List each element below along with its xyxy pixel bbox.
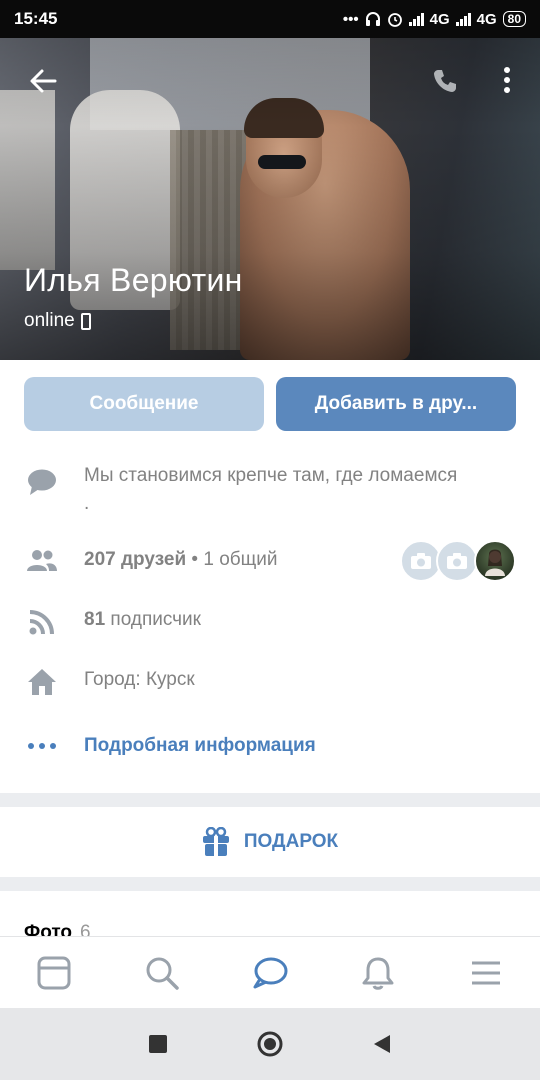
network-label-1: 4G: [429, 10, 450, 28]
notifications-icon[interactable]: [360, 955, 396, 991]
avatar-placeholder-2[interactable]: [436, 540, 478, 582]
system-navigation-bar: [0, 1008, 540, 1080]
avatar-person-icon: [485, 549, 505, 576]
back-arrow-icon[interactable]: [28, 66, 58, 96]
online-label: online: [24, 310, 75, 331]
more-notifications-icon: •••: [342, 10, 359, 28]
friends-row[interactable]: 207 друзей • 1 общий: [0, 540, 540, 582]
friends-icon: [27, 550, 57, 571]
friends-mutual: • 1 общий: [186, 549, 278, 570]
mobile-device-icon: [80, 312, 91, 330]
city-row: Город: Курск: [0, 662, 540, 698]
messages-icon[interactable]: [252, 955, 288, 991]
subscribers-row[interactable]: 81 подписчик: [0, 602, 540, 638]
add-friend-button[interactable]: Добавить в дру...: [276, 377, 516, 431]
mutual-friends-avatars[interactable]: [400, 540, 520, 582]
feed-icon[interactable]: [36, 955, 72, 991]
network-label-2: 4G: [476, 10, 497, 28]
cover-shade: [0, 0, 540, 360]
subscribers-count: 81: [84, 609, 106, 630]
alarm-icon: [387, 13, 402, 27]
bottom-navigation: [0, 936, 540, 1008]
profile-cover-photo[interactable]: [0, 0, 540, 360]
more-vertical-icon[interactable]: [497, 64, 517, 96]
profile-status-text: Мы становимся крепче там, где ломаемся .: [84, 465, 458, 514]
headphones-icon: [365, 12, 380, 26]
phone-call-icon[interactable]: [430, 66, 460, 96]
camera-icon: [447, 553, 467, 569]
menu-icon[interactable]: [468, 955, 504, 991]
home-button-icon[interactable]: [256, 1030, 284, 1058]
status-time: 15:45: [14, 9, 58, 28]
back-triangle-icon[interactable]: [370, 1032, 394, 1056]
photos-title: Фото: [24, 922, 73, 936]
message-button[interactable]: Сообщение: [24, 377, 264, 431]
photos-count: 6: [80, 922, 91, 936]
avatar-photo[interactable]: [474, 540, 516, 582]
subscribers-label: подписчик: [105, 609, 201, 630]
profile-online-status: online: [24, 310, 91, 332]
battery-icon: 80: [502, 11, 526, 27]
camera-icon: [411, 553, 431, 569]
home-icon: [28, 669, 56, 695]
recent-apps-icon[interactable]: [146, 1032, 170, 1056]
more-dots-icon: [28, 743, 56, 749]
status-icons: ••• 4G 4G 80: [343, 11, 526, 28]
gift-button[interactable]: ПОДАРОК: [0, 807, 540, 877]
friends-text: 207 друзей • 1 общий: [84, 549, 278, 571]
friends-count: 207 друзей: [84, 549, 187, 570]
profile-name: Илья Верютин: [24, 262, 243, 298]
more-info-row[interactable]: Подробная информация: [0, 728, 540, 764]
search-icon[interactable]: [144, 955, 180, 991]
more-info-link[interactable]: Подробная информация: [84, 735, 316, 757]
signal-icon-2: [455, 12, 471, 26]
city-text: Город: Курск: [84, 669, 195, 690]
section-separator: [0, 877, 540, 891]
status-bar: 15:45 ••• 4G 4G 80: [0, 0, 540, 38]
gift-icon: [202, 827, 229, 856]
subscribers-text: 81 подписчик: [84, 609, 201, 631]
rss-feed-icon: [29, 610, 54, 635]
signal-icon-1: [408, 12, 424, 26]
photos-section-title[interactable]: Фото 6: [24, 922, 91, 936]
speech-bubble-icon: [28, 469, 56, 495]
gift-label: ПОДАРОК: [243, 831, 339, 852]
section-separator: [0, 793, 540, 807]
